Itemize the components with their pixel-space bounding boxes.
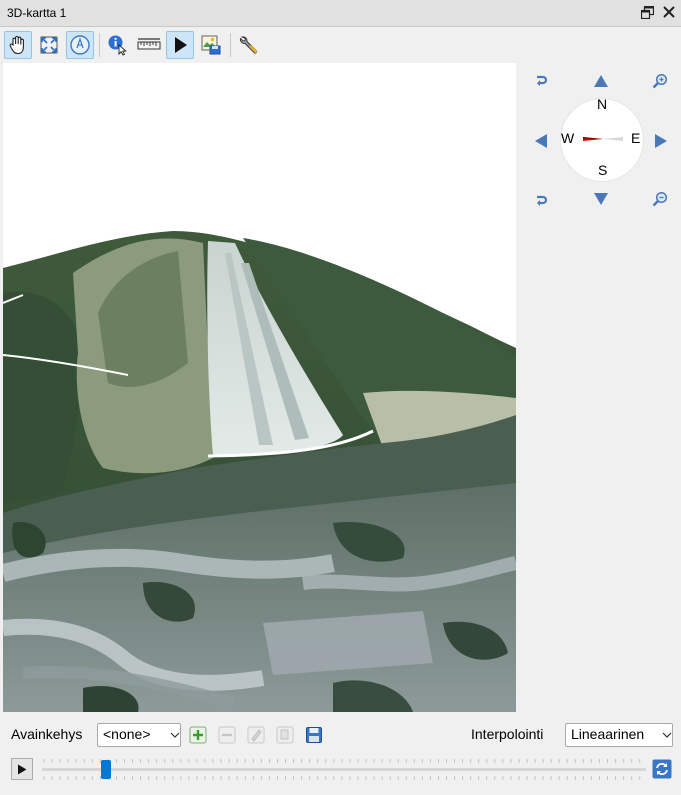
remove-keyframe-icon[interactable] [216, 724, 238, 746]
zoom-out-icon[interactable] [651, 190, 669, 208]
save-keyframes-icon[interactable] [303, 724, 325, 746]
interpolation-label: Interpolointi [471, 726, 544, 742]
move-down-icon[interactable] [592, 190, 610, 208]
close-icon[interactable] [661, 4, 677, 20]
interpolation-select[interactable]: Lineaarinen [565, 723, 673, 747]
animation-play-icon[interactable] [166, 31, 194, 59]
map-3d-toolbar [0, 28, 681, 62]
map-3d-window: 3D-kartta 1 N S E W Avainkehys <none> In… [0, 0, 681, 795]
compass-north-label: N [597, 96, 608, 112]
identify-icon[interactable] [104, 31, 132, 59]
export-scene-icon[interactable] [197, 31, 225, 59]
play-icon [18, 764, 27, 774]
edit-keyframe-icon[interactable] [245, 724, 267, 746]
navigation-widget: N S E W [526, 66, 676, 216]
move-up-icon[interactable] [592, 72, 610, 90]
move-left-icon[interactable] [532, 132, 550, 150]
keyframe-row: Avainkehys <none> Interpolointi Lineaari… [0, 718, 681, 752]
configure-wrench-icon[interactable] [235, 31, 263, 59]
camera-north-icon[interactable] [66, 31, 94, 59]
compass-west-label: W [561, 130, 575, 146]
toolbar-separator [230, 33, 231, 57]
compass-east-label: E [631, 130, 641, 146]
duplicate-keyframe-icon[interactable] [274, 724, 296, 746]
play-animation-button[interactable] [11, 758, 33, 780]
keyframe-select-value: <none> [103, 726, 151, 742]
pan-hand-icon[interactable] [4, 31, 32, 59]
move-right-icon[interactable] [652, 132, 670, 150]
compass-south-label: S [598, 162, 608, 178]
window-title: 3D-kartta 1 [7, 6, 67, 20]
undock-icon[interactable] [639, 4, 655, 20]
zoom-in-icon[interactable] [651, 72, 669, 90]
timeline-track [42, 768, 646, 771]
rotate-right-icon[interactable] [532, 190, 550, 208]
add-keyframe-icon[interactable] [187, 724, 209, 746]
rotate-left-icon[interactable] [532, 72, 550, 90]
map-3d-viewport[interactable] [3, 63, 516, 712]
interpolation-select-value: Lineaarinen [571, 726, 645, 742]
zoom-full-icon[interactable] [35, 31, 63, 59]
toolbar-separator [99, 33, 100, 57]
keyframe-label: Avainkehys [11, 726, 83, 742]
title-bar: 3D-kartta 1 [0, 0, 681, 27]
timeline-row [0, 752, 681, 786]
compass[interactable]: N S E W [560, 96, 644, 182]
keyframe-select[interactable]: <none> [97, 723, 181, 747]
measure-line-icon[interactable] [135, 31, 163, 59]
timeline-handle[interactable] [101, 760, 111, 779]
refresh-icon[interactable] [651, 758, 673, 780]
timeline-slider[interactable] [42, 756, 646, 782]
